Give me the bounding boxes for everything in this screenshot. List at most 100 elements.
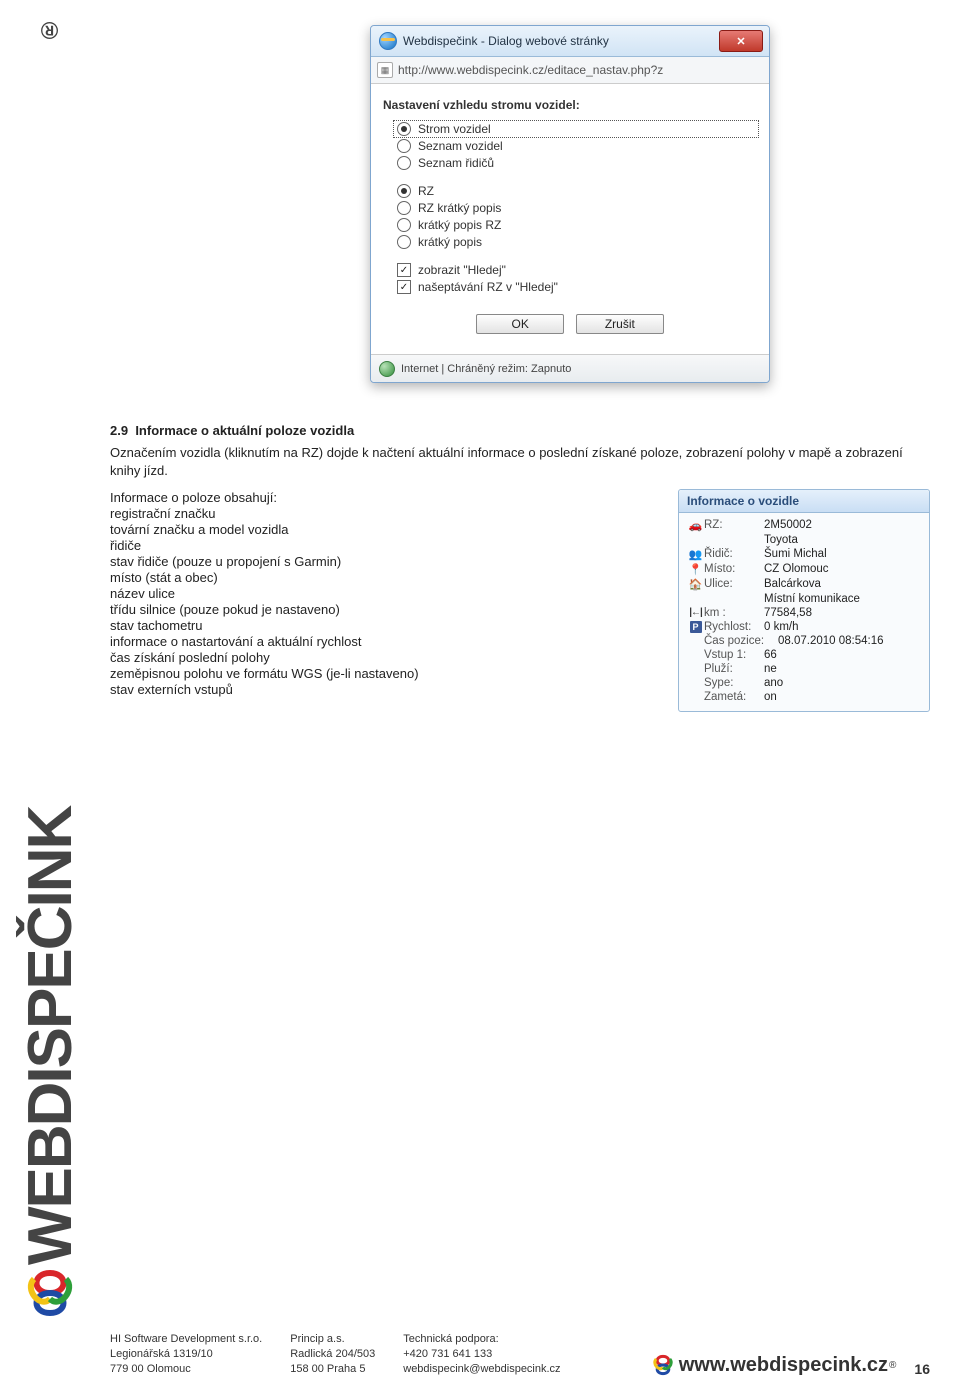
card-label: RZ: bbox=[704, 519, 764, 531]
list-item: stav řidiče (pouze u propojení s Garmin) bbox=[110, 554, 658, 569]
card-value: 77584,58 bbox=[764, 607, 812, 619]
radio-label: Seznam řidičů bbox=[418, 156, 494, 170]
dialog-section-title: Nastavení vzhledu stromu vozidel: bbox=[383, 98, 757, 112]
list-item: název ulice bbox=[110, 586, 658, 601]
card-value: Místní komunikace bbox=[764, 593, 860, 605]
check-label: našeptávání RZ v "Hledej" bbox=[418, 280, 558, 294]
card-value: 66 bbox=[764, 649, 777, 661]
footer-col-2: Princip a.s. Radlická 204/503 158 00 Pra… bbox=[290, 1332, 375, 1377]
card-value: ano bbox=[764, 677, 783, 689]
radio-group-rz: RZ RZ krátký popis krátký popis RZ krátk… bbox=[397, 184, 757, 249]
card-value: 08.07.2010 08:54:16 bbox=[778, 635, 884, 647]
settings-dialog: Webdispečink - Dialog webové stránky ✕ ▦… bbox=[370, 25, 770, 383]
check-icon: ✓ bbox=[397, 263, 411, 277]
close-button[interactable]: ✕ bbox=[719, 30, 763, 52]
list-intro: Informace o poloze obsahují: bbox=[110, 490, 658, 505]
cancel-button[interactable]: Zrušit bbox=[576, 314, 664, 334]
check-naseptavani-rz[interactable]: ✓ našeptávání RZ v "Hledej" bbox=[397, 280, 757, 294]
card-value: Šumi Michal bbox=[764, 548, 827, 560]
page-footer: HI Software Development s.r.o. Legionářs… bbox=[110, 1332, 930, 1377]
list-item: řidiče bbox=[110, 538, 658, 553]
card-value: CZ Olomouc bbox=[764, 563, 829, 575]
radio-rz[interactable]: RZ bbox=[397, 184, 757, 198]
card-value: 0 km/h bbox=[764, 621, 799, 633]
info-list: Informace o poloze obsahují: registrační… bbox=[110, 489, 658, 698]
radio-label: RZ krátký popis bbox=[418, 201, 501, 215]
checkbox-group: ✓ zobrazit "Hledej" ✓ našeptávání RZ v "… bbox=[397, 263, 757, 294]
check-icon: ✓ bbox=[397, 280, 411, 294]
radio-label: Strom vozidel bbox=[418, 122, 491, 136]
footer-register-mark: ® bbox=[889, 1360, 896, 1371]
sidebar-brand: ® WEBDISPEČINK bbox=[15, 10, 85, 1351]
dialog-url-bar: ▦ http://www.webdispecink.cz/editace_nas… bbox=[371, 57, 769, 84]
card-value: ne bbox=[764, 663, 777, 675]
radio-strom-vozidel[interactable]: Strom vozidel bbox=[395, 122, 757, 136]
brand-knot-icon bbox=[22, 1265, 78, 1321]
km-icon: |←| bbox=[689, 607, 702, 618]
radio-icon bbox=[397, 201, 411, 215]
radio-kratky-popis-rz[interactable]: krátký popis RZ bbox=[397, 218, 757, 232]
footer-col-1: HI Software Development s.r.o. Legionářs… bbox=[110, 1332, 262, 1377]
radio-icon bbox=[397, 122, 411, 136]
dialog-statusbar: Internet | Chráněný režim: Zapnuto bbox=[371, 354, 769, 382]
card-label: Místo: bbox=[704, 563, 764, 575]
list-item: třídu silnice (pouze pokud je nastaveno) bbox=[110, 602, 658, 617]
list-item: registrační značku bbox=[110, 506, 658, 521]
card-value: Toyota bbox=[764, 534, 798, 546]
radio-icon bbox=[397, 139, 411, 153]
brand-vertical-text: WEBDISPEČINK bbox=[15, 43, 86, 1265]
pin-icon bbox=[687, 563, 704, 576]
card-title: Informace o vozidle bbox=[679, 490, 929, 513]
radio-kratky-popis[interactable]: krátký popis bbox=[397, 235, 757, 249]
status-text: Internet | Chráněný režim: Zapnuto bbox=[401, 363, 571, 375]
footer-brand: www.webdispecink.cz ® bbox=[651, 1353, 897, 1377]
card-label: Sype: bbox=[704, 677, 764, 689]
car-icon bbox=[687, 519, 704, 532]
card-label: Čas pozice: bbox=[704, 635, 778, 647]
card-label: Zametá: bbox=[704, 691, 764, 703]
list-item: zeměpisnou polohu ve formátu WGS (je-li … bbox=[110, 666, 658, 681]
dialog-title: Webdispečink - Dialog webové stránky bbox=[403, 34, 719, 48]
card-value: on bbox=[764, 691, 777, 703]
page-number: 16 bbox=[914, 1361, 930, 1377]
section-paragraph: Označením vozidla (kliknutím na RZ) dojd… bbox=[110, 444, 930, 479]
list-item: stav externích vstupů bbox=[110, 682, 658, 697]
ok-button[interactable]: OK bbox=[476, 314, 564, 334]
ie-icon bbox=[379, 32, 397, 50]
check-label: zobrazit "Hledej" bbox=[418, 263, 506, 277]
radio-icon bbox=[397, 235, 411, 249]
card-label: Ulice: bbox=[704, 578, 764, 590]
dialog-url: http://www.webdispecink.cz/editace_nasta… bbox=[398, 63, 663, 77]
page-icon: ▦ bbox=[377, 62, 393, 78]
card-label: Vstup 1: bbox=[704, 649, 764, 661]
check-zobrazit-hledej[interactable]: ✓ zobrazit "Hledej" bbox=[397, 263, 757, 277]
park-icon: P bbox=[690, 621, 702, 633]
vehicle-info-card: Informace o vozidle RZ:2M50002 Toyota Ři… bbox=[678, 489, 930, 712]
dialog-titlebar: Webdispečink - Dialog webové stránky ✕ bbox=[371, 26, 769, 57]
radio-icon bbox=[397, 218, 411, 232]
radio-label: RZ bbox=[418, 184, 434, 198]
radio-rz-kratky-popis[interactable]: RZ krátký popis bbox=[397, 201, 757, 215]
radio-seznam-vozidel[interactable]: Seznam vozidel bbox=[397, 139, 757, 153]
list-item: informace o nastartování a aktuální rych… bbox=[110, 634, 658, 649]
home-icon bbox=[687, 578, 704, 591]
card-label: Pluží: bbox=[704, 663, 764, 675]
footer-col-3: Technická podpora: +420 731 641 133 webd… bbox=[403, 1332, 560, 1377]
radio-icon bbox=[397, 184, 411, 198]
users-icon bbox=[687, 548, 704, 561]
radio-label: krátký popis RZ bbox=[418, 218, 501, 232]
internet-zone-icon bbox=[379, 361, 395, 377]
brand-register-mark: ® bbox=[36, 16, 64, 43]
radio-icon bbox=[397, 156, 411, 170]
card-label: Řidič: bbox=[704, 548, 764, 560]
list-item: čas získání poslední polohy bbox=[110, 650, 658, 665]
radio-group-view: Strom vozidel Seznam vozidel Seznam řidi… bbox=[397, 122, 757, 170]
radio-label: krátký popis bbox=[418, 235, 482, 249]
section-heading: 2.9 Informace o aktuální poloze vozidla bbox=[110, 423, 930, 438]
radio-seznam-ridicu[interactable]: Seznam řidičů bbox=[397, 156, 757, 170]
list-item: stav tachometru bbox=[110, 618, 658, 633]
card-value: 2M50002 bbox=[764, 519, 812, 531]
radio-label: Seznam vozidel bbox=[418, 139, 503, 153]
brand-knot-icon bbox=[651, 1353, 675, 1377]
card-value: Balcárkova bbox=[764, 578, 821, 590]
